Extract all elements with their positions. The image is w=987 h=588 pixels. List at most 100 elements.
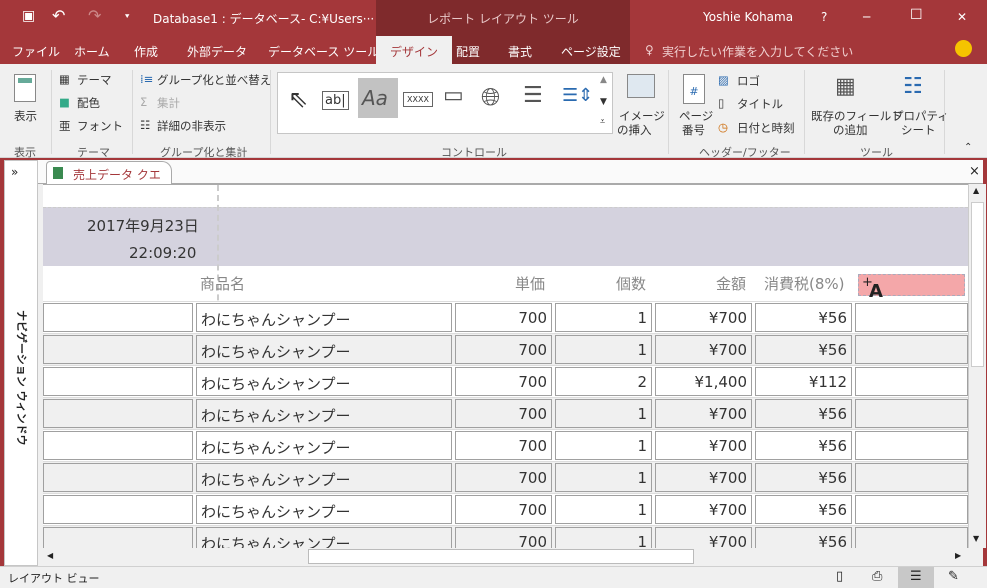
tab-page-setup[interactable]: ページ設定 bbox=[561, 43, 621, 60]
column-header-product[interactable]: 商品名 bbox=[200, 273, 245, 294]
scroll-up-arrow[interactable]: ▲ bbox=[973, 186, 979, 195]
themes-button[interactable]: テーマ bbox=[77, 72, 112, 88]
fonts-button[interactable]: フォント bbox=[77, 118, 123, 134]
quantity-cell[interactable]: 1 bbox=[555, 463, 652, 492]
close-button[interactable]: ✕ bbox=[957, 10, 967, 24]
amount-cell[interactable]: ¥700 bbox=[655, 495, 752, 524]
empty-cell[interactable] bbox=[43, 431, 193, 460]
empty-cell[interactable] bbox=[43, 303, 193, 332]
insert-image-button-line2[interactable]: の挿入 bbox=[617, 122, 652, 138]
layout-view-button[interactable]: ☰ bbox=[898, 567, 934, 588]
quantity-cell[interactable]: 1 bbox=[555, 399, 652, 428]
product-cell[interactable]: わにちゃんシャンプー bbox=[196, 527, 452, 548]
colors-button[interactable]: 配色 bbox=[77, 95, 100, 111]
report-date[interactable]: 2017年9月23日 bbox=[87, 215, 199, 236]
save-icon[interactable]: ▣ bbox=[22, 8, 35, 24]
empty-cell[interactable] bbox=[43, 463, 193, 492]
amount-cell[interactable]: ¥700 bbox=[655, 527, 752, 548]
customize-qat-icon[interactable]: ⯆ bbox=[124, 12, 130, 22]
vertical-scroll-thumb[interactable] bbox=[971, 202, 984, 367]
new-column-cell[interactable] bbox=[855, 463, 968, 492]
nav-pane-label[interactable]: ナビゲーション ウィンドウ bbox=[14, 310, 30, 446]
selected-new-label-control[interactable]: + A bbox=[858, 274, 965, 302]
unit-price-cell[interactable]: 700 bbox=[455, 495, 552, 524]
hyperlink-globe-icon[interactable]: 🌐︎ bbox=[481, 83, 500, 111]
gallery-scroll-down[interactable]: ▼ bbox=[600, 97, 607, 107]
product-cell[interactable]: わにちゃんシャンプー bbox=[196, 399, 452, 428]
tab-create[interactable]: 作成 bbox=[134, 43, 158, 60]
unit-price-cell[interactable]: 700 bbox=[455, 527, 552, 548]
tab-control-icon[interactable]: ▭ bbox=[443, 83, 464, 108]
scroll-right-arrow[interactable]: ▶ bbox=[955, 551, 961, 560]
amount-cell[interactable]: ¥700 bbox=[655, 431, 752, 460]
horizontal-scrollbar[interactable]: ◀ ▶ bbox=[43, 548, 968, 565]
unit-price-cell[interactable]: 700 bbox=[455, 335, 552, 364]
doc-tab-sales-query[interactable]: 売上データ クエリ bbox=[46, 161, 172, 199]
unit-price-cell[interactable]: 700 bbox=[455, 367, 552, 396]
tax-cell[interactable]: ¥56 bbox=[755, 431, 852, 460]
quantity-cell[interactable]: 2 bbox=[555, 367, 652, 396]
amount-cell[interactable]: ¥700 bbox=[655, 399, 752, 428]
smiley-feedback-icon[interactable] bbox=[955, 40, 972, 57]
column-header-amount[interactable]: 金額 bbox=[716, 273, 746, 294]
maximize-button[interactable]: ☐ bbox=[910, 7, 923, 23]
new-column-cell[interactable] bbox=[855, 303, 968, 332]
gallery-more[interactable]: ⩡ bbox=[600, 117, 605, 127]
tax-cell[interactable]: ¥56 bbox=[755, 303, 852, 332]
product-cell[interactable]: わにちゃんシャンプー bbox=[196, 463, 452, 492]
column-header-tax[interactable]: 消費税(8%) bbox=[764, 273, 845, 294]
new-column-cell[interactable] bbox=[855, 431, 968, 460]
group-sort-button[interactable]: グループ化と並べ替え bbox=[157, 72, 271, 88]
collapse-ribbon-icon[interactable]: ⌃ bbox=[964, 142, 972, 153]
report-view-icon[interactable]: ▯ bbox=[836, 569, 843, 584]
unit-price-cell[interactable]: 700 bbox=[455, 399, 552, 428]
amount-cell[interactable]: ¥700 bbox=[655, 463, 752, 492]
tab-database-tools[interactable]: データベース ツール bbox=[268, 43, 379, 60]
tax-cell[interactable]: ¥112 bbox=[755, 367, 852, 396]
select-pointer-icon[interactable]: ⇖ bbox=[288, 85, 308, 113]
tax-cell[interactable]: ¥56 bbox=[755, 335, 852, 364]
product-cell[interactable]: わにちゃんシャンプー bbox=[196, 335, 452, 364]
label-control-icon[interactable]: Aa bbox=[358, 78, 398, 118]
textbox-control-icon[interactable]: ab| bbox=[322, 91, 349, 110]
logo-button[interactable]: ロゴ bbox=[737, 73, 760, 89]
tab-design[interactable]: デザイン bbox=[376, 36, 453, 64]
button-control-icon[interactable]: XXXX bbox=[403, 92, 433, 107]
print-preview-icon[interactable]: ⎙ bbox=[872, 569, 882, 584]
date-time-button[interactable]: 日付と時刻 bbox=[737, 120, 795, 136]
tax-cell[interactable]: ¥56 bbox=[755, 463, 852, 492]
hide-details-button[interactable]: 詳細の非表示 bbox=[157, 118, 226, 134]
product-cell[interactable]: わにちゃんシャンプー bbox=[196, 367, 452, 396]
tax-cell[interactable]: ¥56 bbox=[755, 527, 852, 548]
page-number-button-line2[interactable]: 番号 bbox=[682, 122, 705, 138]
gallery-scroll-up[interactable]: ▲ bbox=[600, 75, 607, 85]
totals-button[interactable]: 集計 bbox=[157, 95, 180, 111]
tab-external-data[interactable]: 外部データ bbox=[187, 43, 247, 60]
empty-cell[interactable] bbox=[43, 367, 193, 396]
empty-cell[interactable] bbox=[43, 527, 193, 548]
new-column-cell[interactable] bbox=[855, 367, 968, 396]
tab-arrange[interactable]: 配置 bbox=[456, 43, 480, 60]
empty-cell[interactable] bbox=[43, 335, 193, 364]
horizontal-scroll-thumb[interactable] bbox=[308, 549, 694, 564]
tab-file[interactable]: ファイル bbox=[12, 43, 60, 60]
redo-icon[interactable]: ↷ bbox=[88, 6, 101, 25]
undo-icon[interactable]: ↶ bbox=[52, 6, 65, 25]
quantity-cell[interactable]: 1 bbox=[555, 303, 652, 332]
tell-me-input[interactable]: 実行したい作業を入力してください bbox=[662, 43, 853, 60]
product-cell[interactable]: わにちゃんシャンプー bbox=[196, 431, 452, 460]
amount-cell[interactable]: ¥700 bbox=[655, 303, 752, 332]
quantity-cell[interactable]: 1 bbox=[555, 431, 652, 460]
view-button[interactable]: 表示 bbox=[14, 108, 37, 124]
tax-cell[interactable]: ¥56 bbox=[755, 399, 852, 428]
combobox-control-icon[interactable]: ☰⇕ bbox=[562, 85, 593, 106]
new-column-cell[interactable] bbox=[855, 495, 968, 524]
product-cell[interactable]: わにちゃんシャンプー bbox=[196, 303, 452, 332]
quantity-cell[interactable]: 1 bbox=[555, 335, 652, 364]
tab-home[interactable]: ホーム bbox=[74, 43, 110, 60]
scroll-left-arrow[interactable]: ◀ bbox=[47, 551, 53, 560]
new-column-cell[interactable] bbox=[855, 399, 968, 428]
unit-price-cell[interactable]: 700 bbox=[455, 463, 552, 492]
listbox-control-icon[interactable]: ☰ bbox=[523, 83, 543, 108]
amount-cell[interactable]: ¥700 bbox=[655, 335, 752, 364]
